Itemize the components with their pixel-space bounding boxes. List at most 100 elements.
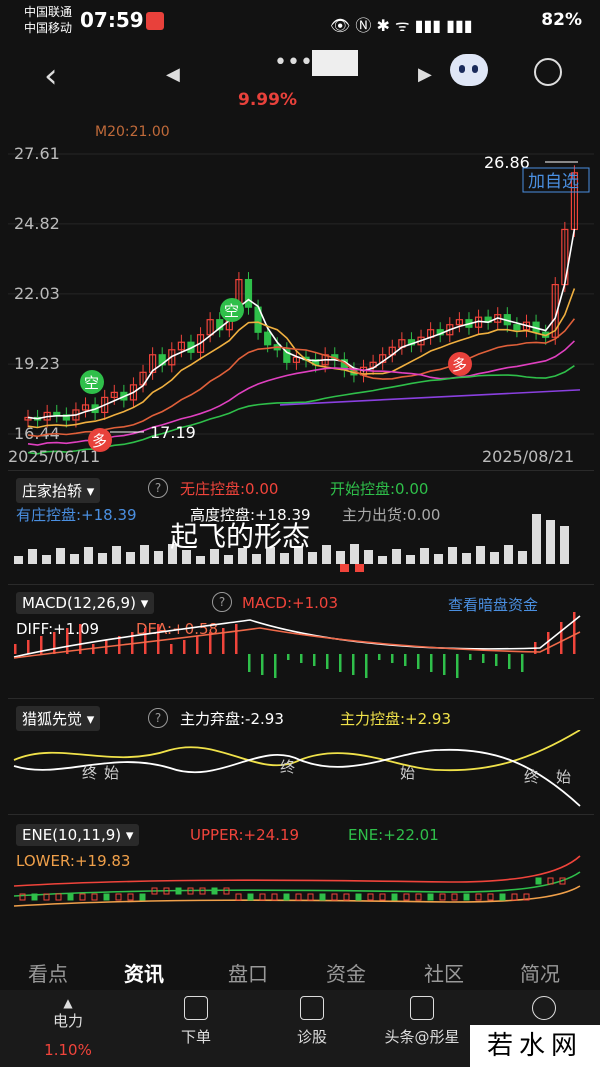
status-icons: 👁 Ⓝ ✱ ᯤ ▮▮▮ ▮▮▮ [330,16,473,35]
ene-candle [103,893,110,901]
tab-kandian[interactable]: 看点 [28,958,68,987]
macd-bar [274,654,277,678]
long-ma-line [279,389,581,406]
menu-icon [532,996,556,1020]
ene-candle [295,893,302,901]
tab-jiankuang[interactable]: 简况 [520,958,560,987]
nav-sector[interactable]: ▲ 电力 1.10% [28,996,108,1059]
clock: 07:59 [80,8,144,32]
tab-shequ[interactable]: 社区 [424,958,464,987]
indicator-select-ene[interactable]: ENE(10,11,9) ▾ [16,824,140,846]
ene-candle [79,893,86,901]
divider [8,470,594,471]
tab-zixun[interactable]: 资讯 [124,958,164,987]
ene-candle [343,893,350,901]
y-tick-label: 24.82 [14,214,60,233]
nav-order[interactable]: 下单 [156,996,236,1047]
macd-bar [170,644,173,654]
ene-candle [247,893,254,901]
macd-bar [417,654,420,669]
help-icon[interactable]: ? [212,592,232,612]
zj-bar [196,556,205,564]
macd-bar [326,654,329,669]
zj-bar [224,555,233,564]
back-icon[interactable]: ‹ [44,56,58,96]
signal-marker: 始 [104,764,119,782]
robot-assistant-icon[interactable] [450,54,488,86]
zj-bar [28,549,37,564]
ene-candle [127,893,134,901]
indicator-select-macd[interactable]: MACD(12,26,9) ▾ [16,592,155,614]
macd-bar [235,624,238,654]
divider [8,814,594,815]
site-watermark: 若水网 [470,1025,600,1067]
prev-stock-icon[interactable]: ◀ [166,64,180,85]
ene-candle [391,893,398,901]
nav-diagnose[interactable]: 诊股 [272,996,352,1047]
tab-pankou[interactable]: 盘口 [228,958,268,987]
y-tick-label: 22.03 [14,284,60,303]
candle-body [513,324,521,331]
candle-body [264,331,272,346]
upper-line [13,855,581,887]
indicator-select-liehu[interactable]: 猎狐先觉 ▾ [16,706,101,731]
zj-bar [126,552,135,564]
status-bar: 中国联通 中国移动 07:59 👁 Ⓝ ✱ ᯤ ▮▮▮ ▮▮▮ 82% [0,0,600,42]
zj-bar [392,549,401,564]
macd-bar [378,654,381,660]
ene-candle [211,887,218,895]
zj-bar [560,526,569,564]
qipan-line [13,748,581,807]
zj-bar [462,553,471,564]
document-icon [184,996,208,1020]
search-icon[interactable] [534,58,562,86]
macd-bar [339,654,342,672]
zj-bar [42,555,51,564]
macd-bar [469,654,472,660]
zj-bar [140,545,149,564]
label-upper: UPPER:+24.19 [190,826,300,844]
zj-bar-red [340,564,349,572]
ene-candle [235,893,242,901]
zj-bar [448,547,457,564]
macd-bar [508,654,511,669]
macd-bar [495,654,498,666]
nav-alert[interactable]: 头条@彤星 [372,996,472,1047]
nav-order-label: 下单 [180,1028,211,1046]
zj-bar [532,514,541,564]
next-stock-icon[interactable]: ▶ [418,64,432,85]
low-price-label: 17.19 [150,423,196,442]
ene-candle [379,893,386,901]
help-icon[interactable]: ? [148,708,168,728]
macd-bar [352,654,355,675]
ene-candle [499,893,506,901]
macd-bar [14,644,17,654]
ene-candle [403,893,410,901]
nav-diagnose-label: 诊股 [296,1028,327,1046]
macd-bar [573,612,576,654]
help-icon[interactable]: ? [148,478,168,498]
ene-candle [307,893,314,901]
ene-candle [175,887,182,895]
tab-zijin[interactable]: 资金 [326,958,366,987]
candlestick-chart[interactable]: 27.6124.8222.0319.2316.442025/06/11 2025/… [0,146,600,466]
y-tick-label: 19.23 [14,354,60,373]
ene-candle [439,893,446,901]
signal-marker: 终 [82,764,97,782]
ene-candle [475,893,482,901]
moving-average-line [27,228,576,420]
add-box-icon [300,996,324,1020]
zj-bar [252,554,261,564]
x-label-start: 2025/06/11 [8,447,100,466]
macd-bar [443,654,446,675]
battery-level: 82% [541,10,582,30]
zj-bar [420,548,429,564]
macd-bar [482,654,485,663]
label-kongpan: 主力控盘:+2.93 [340,710,452,728]
macd-bar [300,654,303,663]
indicator-name: 猎狐先觉 [22,710,83,728]
macd-bar [209,632,212,654]
macd-bar [261,654,264,675]
x-label-end: 2025/08/21 [482,447,574,466]
signal-marker: 始 [400,764,415,782]
